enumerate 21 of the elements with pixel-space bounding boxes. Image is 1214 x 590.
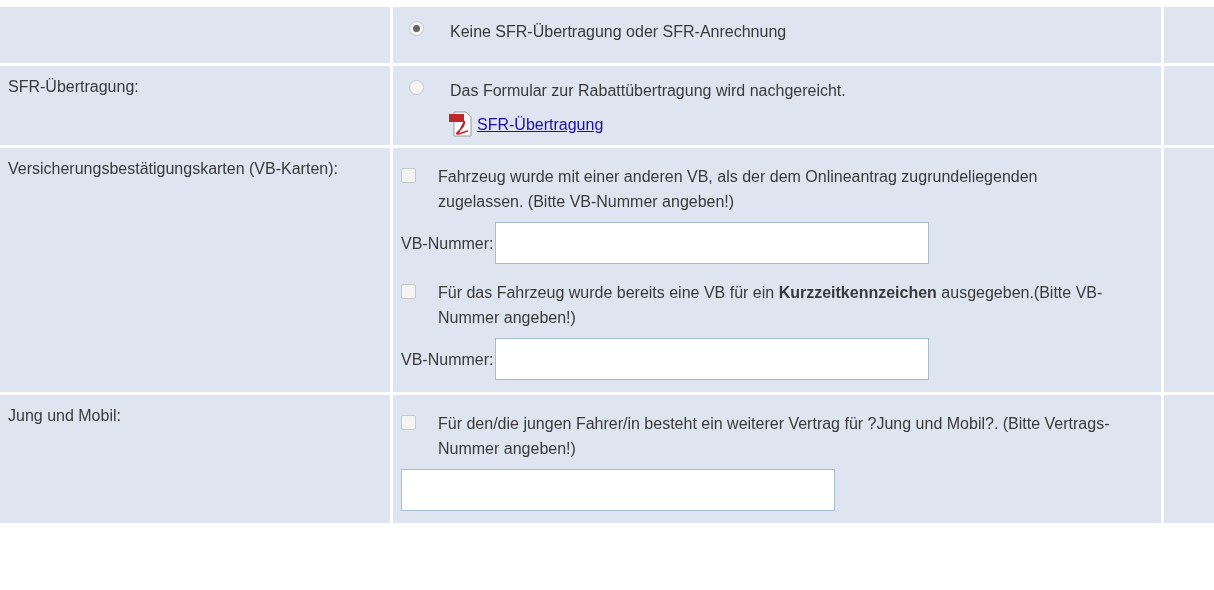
option-label: Das Formular zur Rabattübertragung wird nachgereicht. <box>450 81 846 101</box>
option-label: Für das Fahrzeug wurde bereits eine VB für ein Kurzzeitkennzeichen ausgegeben.(Bitte VB-Nummer angeben!) <box>438 283 1104 328</box>
checkbox[interactable] <box>401 284 416 299</box>
empty-cell <box>1164 7 1214 63</box>
row-label: SFR-Übertragung: <box>8 78 139 95</box>
row-label: Jung und Mobil: <box>8 407 121 424</box>
field-label: VB-Nummer: <box>401 349 494 370</box>
option-label: Keine SFR-Übertragung oder SFR-Anrechnung <box>450 22 787 42</box>
field-label: VB-Nummer: <box>401 233 494 254</box>
download-link[interactable]: SFR-Übertragung <box>477 112 604 137</box>
input-field[interactable] <box>401 469 835 511</box>
input-field[interactable] <box>495 338 930 380</box>
radio-button[interactable] <box>409 21 424 36</box>
radio-button[interactable] <box>409 80 424 95</box>
checkbox[interactable] <box>401 168 416 183</box>
row-label: Versicherungsbestätigungskarten (VB-Karten): <box>8 160 338 177</box>
pdf-file-icon <box>449 111 473 137</box>
option-label: Fahrzeug wurde mit einer anderen VB, als der dem Onlineantrag zugrundeliegenden zugelassen. (Bitte VB-Nummer angeben!) <box>438 167 1039 212</box>
input-field[interactable] <box>495 222 930 264</box>
checkbox[interactable] <box>401 415 416 430</box>
option-label: Für den/die jungen Fahrer/in besteht ein weiterer Vertrag für ?Jung und Mobil?. (Bitte Vertrags-Nummer angeben!) <box>438 414 1111 459</box>
